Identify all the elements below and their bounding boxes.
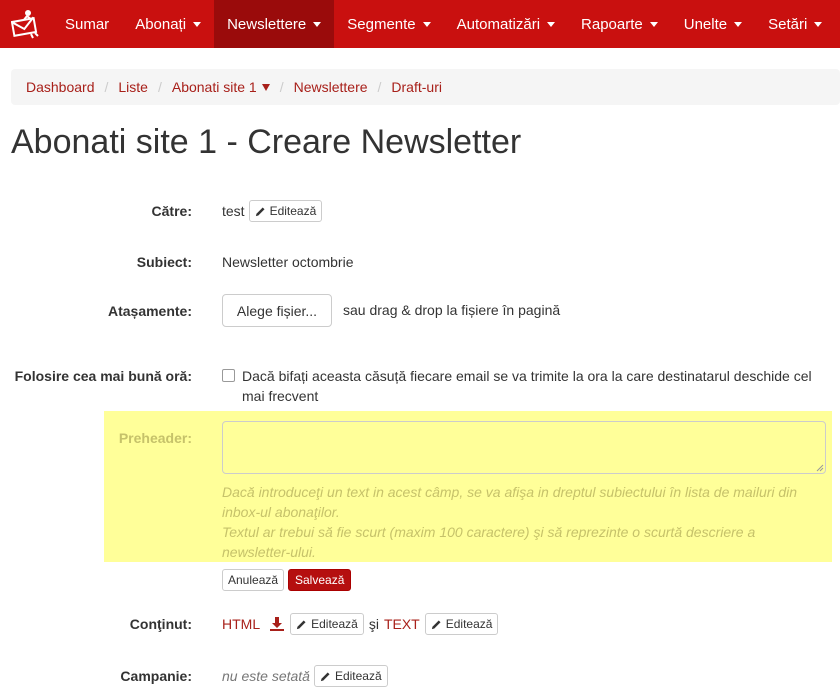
to-row: test Editează [222,200,323,222]
nav-label: Setări [768,15,808,33]
caret-down-icon [547,21,556,27]
top-navbar: Sumar Abonați Newslettere Segmente Autom… [0,0,840,48]
breadcrumb-liste[interactable]: Liste [118,79,148,95]
nav-rapoarte[interactable]: Rapoarte [568,0,671,48]
preheader-label: Preheader: [118,430,192,446]
campaign-value: nu este setată [222,668,310,684]
to-label: Către: [151,203,192,219]
text-link[interactable]: TEXT [384,616,420,632]
choose-file-button[interactable]: Alege fișier... [222,294,332,327]
content-row: HTML Editează şi TEXT Editează [222,613,499,635]
nav-sumar[interactable]: Sumar [52,0,122,48]
caret-down-icon [649,21,658,27]
nav-label: Abonați [135,15,187,33]
edit-label: Editează [445,617,493,631]
breadcrumb-separator: / [157,79,162,95]
breadcrumb-separator: / [377,79,382,95]
edit-campaign-button[interactable]: Editează [313,665,388,687]
preheader-help-line2: Textul ar trebui să fie scurt (maxim 100… [222,524,756,560]
best-time-label: Folosire cea mai bună oră: [14,368,192,384]
best-time-text: Dacă bifați aceasta căsuță fiecare email… [242,368,812,404]
breadcrumb-list-dropdown[interactable]: Abonati site 1 [172,79,270,95]
breadcrumb-dashboard[interactable]: Dashboard [26,79,95,95]
to-value: test [222,203,245,219]
and-text: şi [368,616,379,632]
nav-newslettere[interactable]: Newslettere [214,0,335,48]
pencil-icon [431,619,441,629]
attachments-hint: sau drag & drop la fișiere în pagină [343,302,561,318]
edit-to-button[interactable]: Editează [248,200,323,222]
subject-value: Newsletter octombrie [222,254,354,270]
campaign-label: Campanie: [120,668,192,684]
pencil-icon [255,206,265,216]
campaign-row: nu este setată Editează [222,665,388,687]
resize-grip-icon[interactable] [816,464,824,472]
nav-label: Unelte [683,15,728,33]
save-button[interactable]: Salvează [288,569,352,591]
nav-label: Newslettere [227,15,307,33]
nav-label: Segmente [347,15,416,33]
breadcrumb-separator: / [104,79,109,95]
nav-abonati[interactable]: Abonați [122,0,214,48]
pencil-icon [297,619,306,629]
breadcrumb-drafturi[interactable]: Draft-uri [391,79,442,95]
download-icon[interactable] [269,616,285,632]
edit-html-button[interactable]: Editează [290,613,364,635]
caret-down-icon [193,21,202,27]
envelope-logo-icon [11,10,39,39]
attachments-label: Atașamente: [107,303,192,319]
page-title: Abonati site 1 - Creare Newsletter [11,123,522,161]
nav-label: Sumar [65,15,110,33]
html-link[interactable]: HTML [222,616,260,632]
breadcrumb-list-name: Abonati site 1 [171,79,257,95]
nav-setari[interactable]: Setări [755,0,835,48]
edit-label: Editează [311,617,358,631]
edit-label: Editează [269,204,317,218]
breadcrumb-separator: / [279,79,284,95]
logo-home-link[interactable] [0,0,52,48]
nav-label: Rapoarte [581,15,643,33]
caret-down-icon [814,21,823,27]
edit-text-button[interactable]: Editează [424,613,499,635]
nav-label: Automatizări [456,15,541,33]
cancel-button[interactable]: Anulează [222,569,285,591]
caret-down-icon [422,21,431,27]
subject-label: Subiect: [136,254,192,270]
breadcrumb: Dashboard / Liste / Abonati site 1 / New… [11,69,840,105]
caret-down-icon [313,21,322,27]
preheader-help-line1: Dacă introduceţi un text in acest câmp, … [222,484,798,520]
content-label: Conţinut: [129,616,192,632]
best-time-checkbox[interactable] [222,369,235,382]
nav-automatizari[interactable]: Automatizări [444,0,568,48]
preheader-help: Dacă introduceţi un text in acest câmp, … [222,482,822,562]
caret-down-icon [734,21,743,27]
pencil-icon [320,671,330,681]
preheader-textarea[interactable] [222,421,826,474]
edit-label: Editează [334,669,382,683]
breadcrumb-newslettere[interactable]: Newslettere [294,79,368,95]
nav-unelte[interactable]: Unelte [671,0,755,48]
caret-down-icon [261,84,270,91]
nav-segmente[interactable]: Segmente [334,0,443,48]
